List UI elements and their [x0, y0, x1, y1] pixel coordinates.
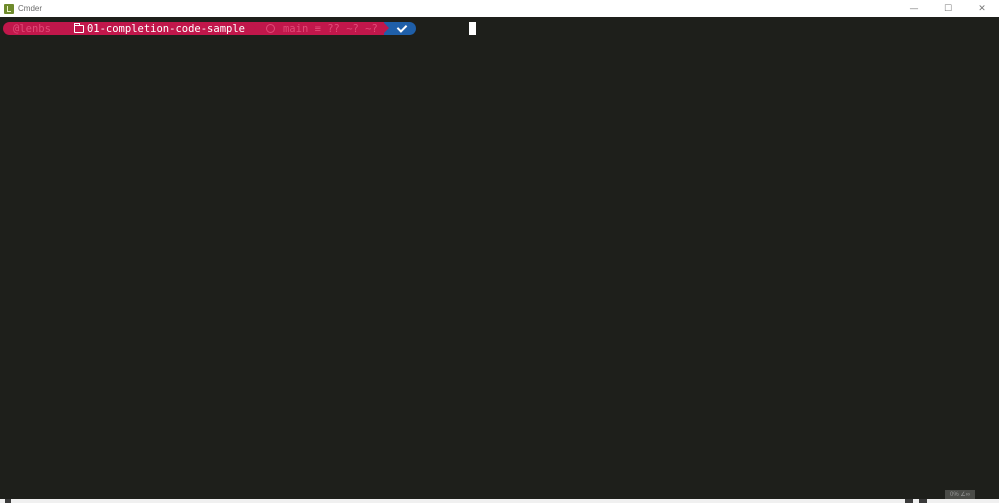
status-icons [905, 499, 927, 503]
cmder-app-icon [4, 3, 14, 14]
window-title: Cmder [18, 4, 43, 13]
prompt-status-segment [389, 21, 416, 35]
status-icon[interactable] [919, 499, 927, 503]
segment-separator [382, 22, 390, 35]
github-icon [265, 24, 275, 33]
title-bar: Cmder — ☐ ✕ [0, 0, 999, 17]
minimize-button[interactable]: — [897, 0, 931, 17]
status-icon[interactable] [905, 499, 913, 503]
terminal-console[interactable]: @lenbs 01-completion-code-sample main ≡ … [0, 17, 999, 499]
check-icon [396, 21, 408, 33]
prompt-git-segment: main ≡ ?? ~? ~? [256, 22, 384, 35]
taskbar-strip [0, 499, 999, 503]
window-controls: — ☐ ✕ [897, 0, 999, 17]
prompt-git-status: main ≡ ?? ~? ~? [282, 22, 378, 35]
prompt-path-segment: 01-completion-code-sample [65, 22, 251, 35]
close-button[interactable]: ✕ [965, 0, 999, 17]
prompt-path: 01-completion-code-sample [86, 22, 245, 35]
shell-prompt: @lenbs 01-completion-code-sample main ≡ … [3, 21, 416, 35]
text-cursor [469, 22, 476, 35]
maximize-button[interactable]: ☐ [931, 0, 965, 17]
status-widget[interactable]: 0% ∠∞ [945, 490, 975, 499]
prompt-user-segment: @lenbs [3, 22, 60, 35]
prompt-user: @lenbs [13, 22, 51, 35]
folder-icon [73, 22, 84, 33]
tab-icon[interactable] [5, 499, 11, 503]
